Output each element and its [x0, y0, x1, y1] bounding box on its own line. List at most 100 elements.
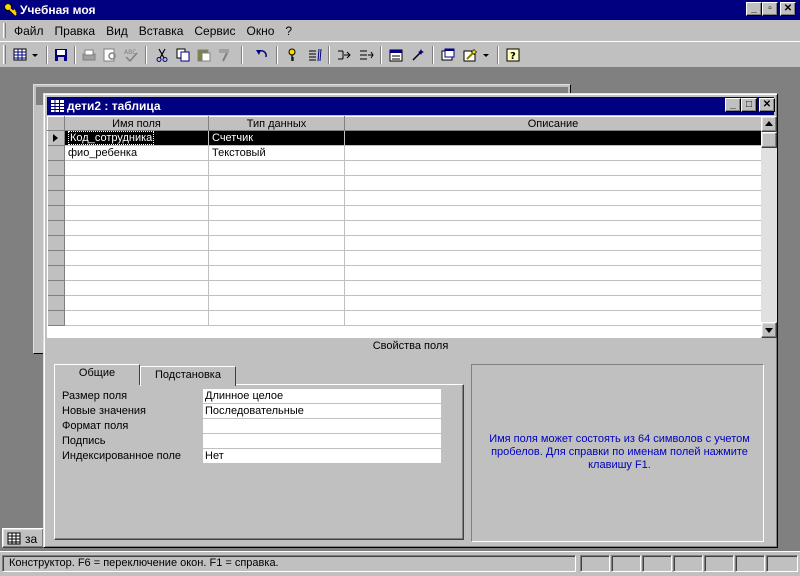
table-minimize-button[interactable]: _ [725, 98, 741, 112]
scroll-thumb[interactable] [761, 132, 777, 148]
property-row[interactable]: Новые значения Последовательные [59, 404, 453, 419]
field-name-cell[interactable] [64, 190, 209, 206]
menu-tools[interactable]: Сервис [194, 24, 235, 38]
cut-icon[interactable] [152, 45, 172, 65]
column-header-description[interactable]: Описание [344, 116, 761, 131]
row-selector[interactable] [47, 295, 65, 311]
property-row[interactable]: Формат поля [59, 419, 453, 434]
close-button[interactable]: ✕ [780, 2, 796, 16]
data-type-cell[interactable] [208, 235, 345, 251]
toolbar-grip[interactable] [3, 45, 6, 64]
table-close-button[interactable]: ✕ [759, 98, 775, 112]
column-header-data-type[interactable]: Тип данных [208, 116, 345, 131]
paste-icon[interactable] [194, 45, 214, 65]
data-type-cell[interactable] [208, 205, 345, 221]
row-selector[interactable] [47, 205, 65, 221]
table-window-title-bar[interactable]: дети2 : таблица _ □ ✕ [47, 97, 775, 115]
description-cell[interactable] [344, 190, 761, 206]
row-selector[interactable] [47, 160, 65, 176]
row-selector[interactable] [47, 220, 65, 236]
field-name-cell[interactable]: Код_сотрудника [64, 130, 209, 146]
field-grid[interactable]: Имя поля Тип данных Описание Код_сотрудн… [47, 116, 761, 338]
tab-lookup[interactable]: Подстановка [140, 366, 236, 386]
table-row[interactable]: Код_сотрудника Счетчик [47, 130, 761, 146]
menu-grip[interactable] [3, 23, 6, 38]
field-name-cell[interactable] [64, 220, 209, 236]
save-icon[interactable] [51, 45, 71, 65]
undo-icon[interactable] [252, 45, 272, 65]
data-type-cell[interactable] [208, 280, 345, 296]
row-selector[interactable] [47, 280, 65, 296]
property-value-field[interactable]: Нет [203, 449, 441, 464]
property-row[interactable]: Индексированное поле Нет [59, 449, 453, 464]
field-name-cell[interactable] [64, 175, 209, 191]
data-type-cell[interactable]: Текстовый [208, 145, 345, 161]
grid-corner[interactable] [47, 116, 65, 131]
field-name-cell[interactable] [64, 295, 209, 311]
field-name-cell[interactable] [64, 235, 209, 251]
copy-icon[interactable] [173, 45, 193, 65]
new-object-dropdown-icon[interactable] [480, 45, 492, 65]
description-cell[interactable] [344, 145, 761, 161]
scroll-down-button[interactable] [761, 322, 777, 338]
menu-insert[interactable]: Вставка [139, 24, 184, 38]
table-row[interactable] [47, 295, 761, 311]
table-row[interactable] [47, 235, 761, 251]
description-cell[interactable] [344, 250, 761, 266]
tab-general[interactable]: Общие [54, 364, 140, 385]
property-row[interactable]: Подпись [59, 434, 453, 449]
table-row[interactable] [47, 265, 761, 281]
scroll-up-button[interactable] [761, 116, 777, 132]
app-title-bar[interactable]: Учебная моя _ ▫ ✕ [0, 0, 800, 20]
data-type-cell[interactable] [208, 250, 345, 266]
spelling-icon[interactable]: ABC [121, 45, 141, 65]
table-row[interactable] [47, 250, 761, 266]
row-selector[interactable] [47, 130, 65, 146]
table-row[interactable] [47, 280, 761, 296]
view-icon[interactable] [10, 45, 30, 65]
table-row[interactable] [47, 160, 761, 176]
field-name-cell[interactable] [64, 265, 209, 281]
description-cell[interactable] [344, 130, 761, 146]
description-cell[interactable] [344, 175, 761, 191]
data-type-cell[interactable] [208, 190, 345, 206]
menu-file[interactable]: Файл [14, 24, 44, 38]
field-name-cell[interactable]: фио_ребенка [64, 145, 209, 161]
primary-key-icon[interactable] [282, 45, 302, 65]
property-row[interactable]: Размер поля Длинное целое [59, 389, 453, 404]
format-painter-icon[interactable] [215, 45, 235, 65]
description-cell[interactable] [344, 265, 761, 281]
field-name-cell[interactable] [64, 160, 209, 176]
table-row[interactable] [47, 190, 761, 206]
property-value-field[interactable] [203, 434, 441, 449]
view-dropdown-icon[interactable] [29, 45, 41, 65]
build-icon[interactable] [408, 45, 428, 65]
description-cell[interactable] [344, 280, 761, 296]
field-name-cell[interactable] [64, 205, 209, 221]
row-selector[interactable] [47, 145, 65, 161]
restore-button[interactable]: ▫ [762, 2, 778, 16]
property-value-field[interactable]: Длинное целое [203, 389, 441, 404]
table-row[interactable] [47, 175, 761, 191]
indexes-icon[interactable] [305, 45, 325, 65]
description-cell[interactable] [344, 220, 761, 236]
minimize-button[interactable]: _ [746, 2, 762, 16]
description-cell[interactable] [344, 310, 761, 326]
table-row[interactable] [47, 205, 761, 221]
description-cell[interactable] [344, 295, 761, 311]
delete-rows-icon[interactable] [356, 45, 376, 65]
menu-help[interactable]: ? [285, 24, 292, 38]
print-preview-icon[interactable] [100, 45, 120, 65]
row-selector[interactable] [47, 310, 65, 326]
row-selector[interactable] [47, 235, 65, 251]
data-type-cell[interactable] [208, 310, 345, 326]
table-row[interactable]: фио_ребенка Текстовый [47, 145, 761, 161]
print-icon[interactable] [79, 45, 99, 65]
table-row[interactable] [47, 310, 761, 326]
field-name-cell[interactable] [64, 250, 209, 266]
description-cell[interactable] [344, 160, 761, 176]
database-window-icon[interactable] [438, 45, 458, 65]
table-row[interactable] [47, 220, 761, 236]
insert-rows-icon[interactable] [334, 45, 354, 65]
row-selector[interactable] [47, 190, 65, 206]
